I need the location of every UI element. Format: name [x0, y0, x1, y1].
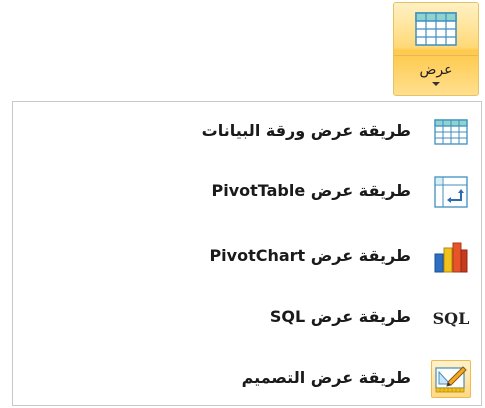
datasheet-grid-icon	[434, 119, 468, 145]
menu-item-pivotchart-view[interactable]: طريقة عرض PivotChart	[17, 231, 479, 281]
menu-item-label: طريقة عرض SQL	[269, 307, 411, 326]
menu-item-label: طريقة عرض PivotChart	[209, 246, 411, 265]
design-view-icon	[435, 366, 467, 393]
view-button-icon-area[interactable]	[394, 3, 478, 55]
sql-icon: SQL	[432, 308, 470, 328]
pivot-chart-icon	[434, 242, 468, 273]
menu-item-pivottable-view[interactable]: طريقة عرض PivotTable	[17, 166, 479, 216]
menu-item-label: طريقة عرض التصميم	[241, 368, 411, 387]
sql-view-icon-box: SQL	[431, 299, 471, 337]
menu-item-datasheet-view[interactable]: طريقة عرض ورقة البيانات	[17, 106, 479, 156]
menu-item-label: طريقة عرض PivotTable	[211, 181, 411, 200]
pivotchart-view-icon-box	[431, 238, 471, 276]
design-view-icon-box	[431, 360, 471, 398]
view-dropdown-menu: طريقة عرض ورقة البيانات طريقة عرض PivotT…	[12, 101, 482, 406]
chevron-down-icon	[432, 82, 440, 86]
datasheet-view-icon-box	[431, 113, 471, 151]
pivottable-view-icon-box	[431, 173, 471, 211]
menu-item-label: طريقة عرض ورقة البيانات	[201, 121, 411, 140]
pivot-table-icon	[434, 176, 468, 208]
view-split-button[interactable]: عرض	[393, 2, 479, 96]
menu-item-sql-view[interactable]: SQL طريقة عرض SQL	[17, 292, 479, 342]
view-button-label: عرض	[419, 62, 453, 78]
datasheet-grid-icon	[415, 12, 457, 46]
view-button-dropdown[interactable]: عرض	[394, 55, 478, 95]
menu-item-design-view[interactable]: طريقة عرض التصميم	[17, 353, 479, 403]
